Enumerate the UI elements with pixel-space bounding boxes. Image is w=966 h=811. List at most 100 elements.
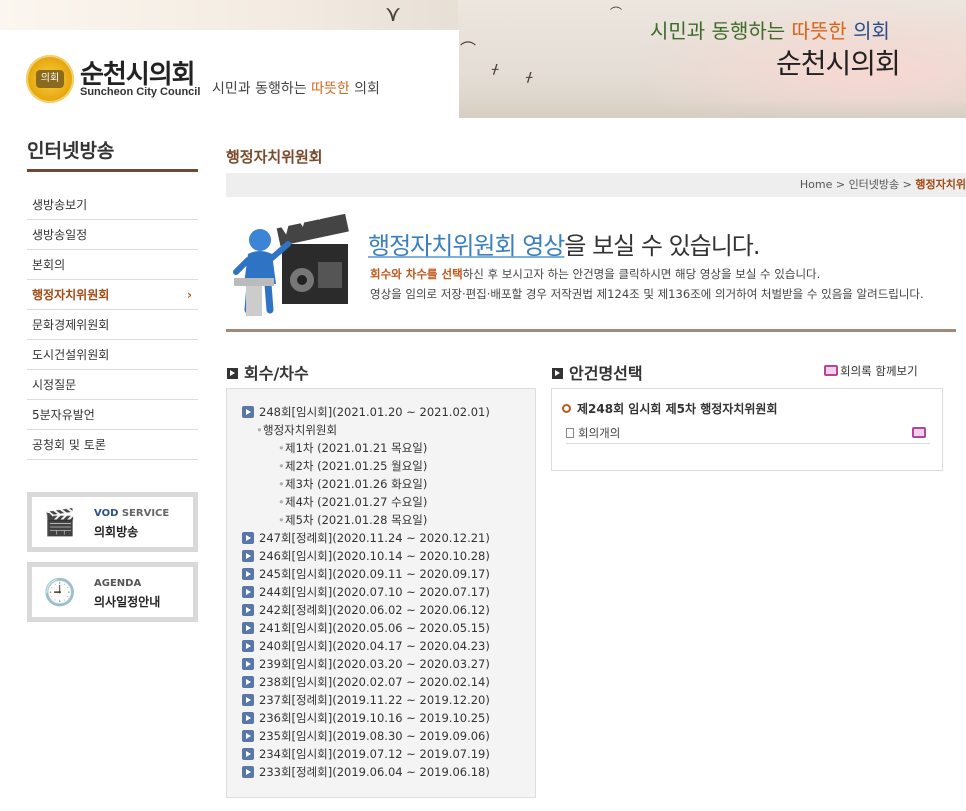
breadcrumb-level1[interactable]: 인터넷방송 — [849, 178, 900, 191]
slogan-big: 시민과 동행하는 따뜻한 의회 — [650, 15, 890, 44]
sidebar-item-municipal-question[interactable]: 시정질문 — [27, 370, 198, 400]
play-icon — [242, 712, 254, 724]
sidebar-item-label: 도시건설위원회 — [32, 348, 110, 362]
vod-banner-line2: 의회방송 — [94, 525, 139, 539]
play-icon — [242, 694, 254, 706]
sidebar-item-label: 문화경제위원회 — [32, 318, 110, 332]
play-icon — [242, 730, 254, 742]
meeting-item[interactable]: 제5차 (2021.01.28 목요일) — [227, 511, 535, 529]
slogan-small: 시민과 동행하는 따뜻한 의회 — [212, 78, 380, 98]
session-item[interactable]: 239회[임시회](2020.03.20 ~ 2020.03.27) — [227, 655, 535, 673]
play-icon — [242, 676, 254, 688]
sidebar-item-admin-committee[interactable]: 행정자치위원회 › — [27, 280, 198, 310]
breadcrumb: Home > 인터넷방송 > 행정자치위 — [226, 173, 966, 197]
sidebar-item-five-minute-speech[interactable]: 5분자유발언 — [27, 400, 198, 430]
agenda-meeting-label: 제248회 임시회 제5차 행정자치위원회 — [577, 402, 778, 416]
session-item[interactable]: 233회[정례회](2019.06.04 ~ 2019.06.18) — [227, 763, 535, 781]
intro-headline-highlight: 행정자치위원회 영상 — [368, 232, 565, 260]
intro-instruction: 회수와 차수를 선택하신 후 보시고자 하는 안건명을 클릭하시면 해당 영상을… — [370, 266, 820, 282]
intro-banner: 행정자치위원회 영상을 보실 수 있습니다. 회수와 차수를 선택하신 후 보시… — [226, 212, 956, 332]
session-item-expanded[interactable]: 248회[임시회](2021.01.20 ~ 2021.02.01) — [227, 403, 535, 421]
play-icon — [242, 622, 254, 634]
view-minutes-label: 회의록 함께보기 — [840, 364, 918, 378]
slogan-small-pre: 시민과 동행하는 — [212, 81, 312, 97]
session-item[interactable]: 246회[임시회](2020.10.14 ~ 2020.10.28) — [227, 547, 535, 565]
meeting-item[interactable]: 제3차 (2021.01.26 화요일) — [227, 475, 535, 493]
session-label: 248회[임시회](2021.01.20 ~ 2021.02.01) — [259, 405, 490, 419]
play-icon — [242, 406, 254, 418]
session-label: 236회[임시회](2019.10.16 ~ 2019.10.25) — [259, 711, 490, 725]
sidebar-item-hearing[interactable]: 공청회 및 토론 — [27, 430, 198, 460]
session-label: 246회[임시회](2020.10.14 ~ 2020.10.28) — [259, 549, 490, 563]
session-label: 238회[임시회](2020.02.07 ~ 2020.02.14) — [259, 675, 490, 689]
agenda-section-label: 안건명선택 — [569, 364, 643, 383]
sidebar-item-urban-construction[interactable]: 도시건설위원회 — [27, 340, 198, 370]
sidebar-item-label: 5분자유발언 — [32, 408, 95, 422]
session-label: 242회[정례회](2020.06.02 ~ 2020.06.12) — [259, 603, 490, 617]
session-label: 234회[임시회](2019.07.12 ~ 2019.07.19) — [259, 747, 490, 761]
play-icon — [242, 532, 254, 544]
sidebar-menu: 생방송보기 생방송일정 본회의 행정자치위원회 › 문화경제위원회 도시건설위원회… — [27, 190, 198, 460]
sidebar-item-label: 행정자치위원회 — [32, 288, 110, 302]
sidebar-item-live-view[interactable]: 생방송보기 — [27, 190, 198, 220]
view-minutes-link[interactable]: 회의록 함께보기 — [824, 363, 918, 379]
document-icon — [566, 428, 574, 438]
session-item[interactable]: 235회[임시회](2019.08.30 ~ 2019.09.06) — [227, 727, 535, 745]
session-label: 240회[임시회](2020.04.17 ~ 2020.04.23) — [259, 639, 490, 653]
session-item[interactable]: 245회[임시회](2020.09.11 ~ 2020.09.17) — [227, 565, 535, 583]
session-item[interactable]: 238회[임시회](2020.02.07 ~ 2020.02.14) — [227, 673, 535, 691]
session-item[interactable]: 241회[임시회](2020.05.06 ~ 2020.05.15) — [227, 619, 535, 637]
session-item[interactable]: 236회[임시회](2019.10.16 ~ 2019.10.25) — [227, 709, 535, 727]
breadcrumb-separator: > — [835, 178, 846, 191]
sidebar: 인터넷방송 생방송보기 생방송일정 본회의 행정자치위원회 › 문화경제위원회 도… — [27, 130, 198, 622]
page-title: 행정자치위원회 — [226, 148, 323, 166]
committee-item[interactable]: 행정자치위원회 — [227, 421, 535, 439]
session-label: 247회[정례회](2020.11.24 ~ 2020.12.21) — [259, 531, 490, 545]
sidebar-item-label: 생방송보기 — [32, 198, 88, 212]
council-name-big: 순천시의회 — [776, 47, 901, 80]
session-label: 233회[정례회](2019.06.04 ~ 2019.06.18) — [259, 765, 490, 779]
session-item[interactable]: 240회[임시회](2020.04.17 ~ 2020.04.23) — [227, 637, 535, 655]
header-photo-ground — [458, 100, 966, 118]
vod-banner-service: SERVICE — [118, 508, 170, 519]
play-icon — [242, 604, 254, 616]
breadcrumb-home[interactable]: Home — [800, 178, 832, 191]
site-header: ⋎ ⌒ ᚋ ᚋ ⌒ 의회 순천시의회 Suncheon City Council… — [0, 0, 966, 118]
sidebar-title: 인터넷방송 — [27, 130, 198, 172]
sidebar-item-live-schedule[interactable]: 생방송일정 — [27, 220, 198, 250]
session-item[interactable]: 244회[임시회](2020.07.10 ~ 2020.07.17) — [227, 583, 535, 601]
sidebar-item-label: 시정질문 — [32, 378, 77, 392]
vod-service-banner[interactable]: 🎬 VOD SERVICE 의회방송 — [27, 492, 198, 552]
session-item[interactable]: 234회[임시회](2019.07.12 ~ 2019.07.19) — [227, 745, 535, 763]
session-label: 245회[임시회](2020.09.11 ~ 2020.09.17) — [259, 567, 490, 581]
tv-icon[interactable] — [912, 427, 926, 438]
council-emblem-icon[interactable]: 의회 — [26, 55, 74, 103]
session-label: 244회[임시회](2020.07.10 ~ 2020.07.17) — [259, 585, 490, 599]
presenter-clapperboard-icon — [233, 214, 349, 316]
agenda-item-label: 회의개의 — [578, 426, 621, 440]
session-item[interactable]: 237회[정례회](2019.11.22 ~ 2019.12.20) — [227, 691, 535, 709]
section-bullet-icon — [227, 368, 238, 379]
tv-icon — [824, 365, 838, 376]
sidebar-item-culture-economy[interactable]: 문화경제위원회 — [27, 310, 198, 340]
session-item[interactable]: 242회[정례회](2020.06.02 ~ 2020.06.12) — [227, 601, 535, 619]
sidebar-item-plenary[interactable]: 본회의 — [27, 250, 198, 280]
agenda-banner-line1: AGENDA — [94, 578, 142, 589]
slogan-small-post: 의회 — [349, 81, 380, 97]
breadcrumb-separator: > — [902, 178, 912, 191]
session-label: 235회[임시회](2019.08.30 ~ 2019.09.06) — [259, 729, 490, 743]
session-item[interactable]: 247회[정례회](2020.11.24 ~ 2020.12.21) — [227, 529, 535, 547]
bird-icon: ⌒ — [610, 6, 623, 20]
slogan-big-post: 의회 — [846, 19, 890, 43]
breadcrumb-current: 행정자치위 — [915, 178, 966, 191]
agenda-banner[interactable]: 🕘 AGENDA 의사일정안내 — [27, 562, 198, 622]
session-label: 237회[정례회](2019.11.22 ~ 2019.12.20) — [259, 693, 490, 707]
meeting-item[interactable]: 제1차 (2021.01.21 목요일) — [227, 439, 535, 457]
vod-banner-line1: VOD SERVICE — [94, 508, 169, 519]
meeting-item[interactable]: 제4차 (2021.01.27 수요일) — [227, 493, 535, 511]
agenda-item[interactable]: 회의개의 — [566, 422, 930, 444]
play-icon — [242, 640, 254, 652]
emblem-label: 의회 — [36, 70, 64, 88]
meeting-item[interactable]: 제2차 (2021.01.25 월요일) — [227, 457, 535, 475]
sidebar-item-label: 본회의 — [32, 258, 66, 272]
